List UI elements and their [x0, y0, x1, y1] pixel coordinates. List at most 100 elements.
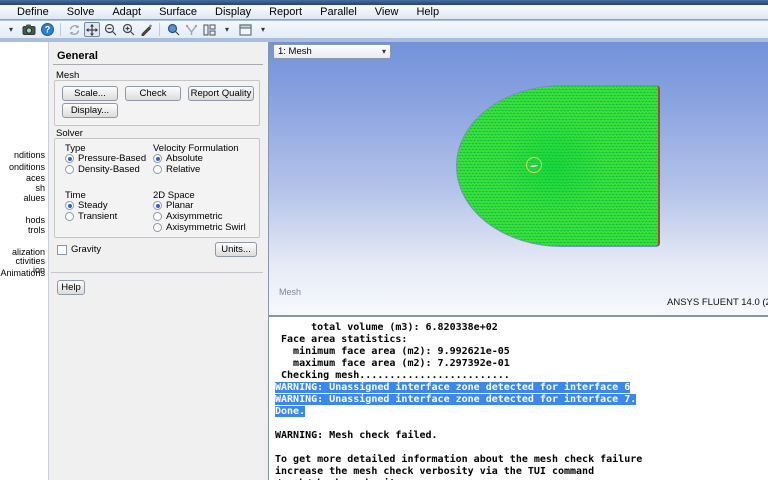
gravity-checkbox-icon [57, 244, 67, 255]
tree-item-cell-zone-conditions[interactable]: nditions [14, 150, 45, 160]
radio-transient-icon [65, 212, 74, 221]
display-button[interactable]: Display... [62, 103, 118, 118]
menu-help[interactable]: Help [407, 6, 448, 18]
console-line: To get more detailed information about t… [275, 454, 643, 465]
radio-planar[interactable]: Planar [153, 200, 193, 211]
fluent-window: Define Solve Adapt Surface Display Repor… [0, 0, 768, 480]
console-line: Checking mesh......................... [275, 370, 510, 381]
check-button[interactable]: Check [125, 86, 181, 101]
menu-solve[interactable]: Solve [58, 6, 104, 18]
navigation-tree: nditions onditions aces sh alues hods tr… [0, 42, 48, 480]
panel-title: General [57, 50, 98, 62]
graphics-window[interactable]: 1: Mesh ▾ Mesh ANSYS FLUENT 14.0 (2 [268, 42, 768, 315]
toolbar: ▾ ? ▾ ▾ [0, 21, 768, 38]
canvas-annotation-title: Mesh [279, 287, 302, 297]
radio-density-based-icon [65, 165, 74, 174]
radio-transient[interactable]: Transient [65, 211, 117, 222]
menu-surface[interactable]: Surface [150, 6, 206, 18]
canvas-annotation-brand: ANSYS FLUENT 14.0 (2 [667, 297, 768, 308]
radio-planar-icon [153, 201, 162, 210]
console-line: Face area statistics: [275, 334, 408, 345]
radio-axisymmetric-swirl-label: Axisymmetric Swirl [166, 222, 246, 233]
radio-axisymmetric[interactable]: Axisymmetric [153, 211, 222, 222]
scale-button[interactable]: Scale... [62, 86, 118, 101]
chevron-down-icon: ▾ [381, 46, 386, 56]
help-button[interactable]: Help [57, 280, 85, 295]
menu-adapt[interactable]: Adapt [103, 6, 150, 18]
radio-axisymmetric-swirl[interactable]: Axisymmetric Swirl [153, 222, 246, 233]
menu-report[interactable]: Report [260, 6, 311, 18]
tree-item-solution-controls[interactable]: trols [28, 225, 45, 235]
menu-define[interactable]: Define [8, 6, 58, 18]
gravity-checkbox[interactable]: Gravity [57, 244, 101, 255]
radio-absolute-label: Absolute [166, 153, 203, 164]
radio-absolute-icon [153, 154, 162, 163]
radio-relative-icon [153, 165, 162, 174]
menu-parallel[interactable]: Parallel [311, 6, 366, 18]
panel-title-rule [53, 64, 263, 65]
camera-icon[interactable] [21, 22, 37, 37]
report-quality-button[interactable]: Report Quality [188, 86, 254, 101]
menu-display[interactable]: Display [206, 6, 260, 18]
console-line-selected: WARNING: Unassigned interface zone detec… [275, 382, 631, 393]
radio-pressure-based[interactable]: Pressure-Based [65, 153, 146, 164]
arrange-windows-icon[interactable] [201, 22, 217, 37]
console-line: maximum face area (m2): 7.297392e-01 [275, 358, 510, 369]
radio-density-based-label: Density-Based [78, 164, 140, 175]
probe-pen-icon[interactable] [138, 22, 154, 37]
console-line-selected: Done. [275, 406, 306, 417]
toolbar-separator [60, 23, 61, 36]
general-task-panel: General Mesh Scale... Check Report Quali… [48, 42, 268, 480]
radio-planar-label: Planar [166, 200, 194, 211]
tree-item-reference-values[interactable]: alues [23, 193, 45, 203]
radio-steady[interactable]: Steady [65, 200, 108, 211]
console-output[interactable]: total volume (m3): 6.820338e+02 Face are… [268, 315, 768, 480]
radio-transient-label: Transient [78, 211, 118, 222]
panel-separator [51, 272, 263, 273]
new-window-icon[interactable] [237, 22, 253, 37]
gravity-label: Gravity [71, 244, 102, 255]
graphics-window-selector-value: 1: Mesh [278, 46, 312, 57]
menu-view[interactable]: View [366, 6, 408, 18]
radio-relative-label: Relative [166, 164, 201, 175]
menu-bar: Define Solve Adapt Surface Display Repor… [0, 5, 768, 20]
tree-item-graphics-animations[interactable]: d Animations [0, 268, 45, 278]
radio-pressure-based-icon [65, 154, 74, 163]
radio-axisymmetric-swirl-icon [153, 223, 162, 232]
radio-axisymmetric-label: Axisymmetric [166, 211, 223, 222]
toolbar-separator [159, 23, 160, 36]
units-button[interactable]: Units... [215, 242, 257, 257]
arrange-dropdown-icon[interactable]: ▾ [219, 22, 235, 37]
window-dropdown-icon[interactable]: ▾ [255, 22, 271, 37]
console-line: minimum face area (m2): 9.992621e-05 [275, 346, 510, 357]
pan-tool-icon[interactable] [84, 22, 100, 37]
airfoil-probe-circle [526, 157, 542, 173]
tree-item-boundary-conditions[interactable]: onditions [9, 162, 45, 172]
radio-relative[interactable]: Relative [153, 164, 200, 175]
zoom-out-icon[interactable] [102, 22, 118, 37]
console-line-selected: WARNING: Unassigned interface zone detec… [275, 394, 637, 405]
console-line: increase the mesh check verbosity via th… [275, 466, 595, 477]
console-line: total volume (m3): 6.820338e+02 [275, 322, 498, 333]
radio-pressure-based-label: Pressure-Based [78, 153, 147, 164]
radio-axisymmetric-icon [153, 212, 162, 221]
surface-nodes-icon[interactable] [183, 22, 199, 37]
svg-text:?: ? [44, 25, 50, 35]
zoom-select-icon[interactable] [165, 22, 181, 37]
tree-item-mesh-interfaces[interactable]: aces [26, 173, 45, 183]
radio-steady-icon [65, 201, 74, 210]
rotate-view-icon[interactable] [66, 22, 82, 37]
help-icon[interactable]: ? [39, 22, 55, 37]
zoom-in-icon[interactable] [120, 22, 136, 37]
tree-item-solution-methods[interactable]: hods [25, 215, 45, 225]
graphics-window-selector[interactable]: 1: Mesh ▾ [273, 44, 391, 59]
radio-density-based[interactable]: Density-Based [65, 164, 140, 175]
tree-item-dynamic-mesh[interactable]: sh [35, 183, 45, 193]
console-line: WARNING: Mesh check failed. [275, 430, 438, 441]
mesh-domain[interactable] [456, 85, 660, 247]
radio-absolute[interactable]: Absolute [153, 153, 203, 164]
overflow-dropdown-icon[interactable]: ▾ [3, 22, 19, 37]
radio-steady-label: Steady [78, 200, 108, 211]
